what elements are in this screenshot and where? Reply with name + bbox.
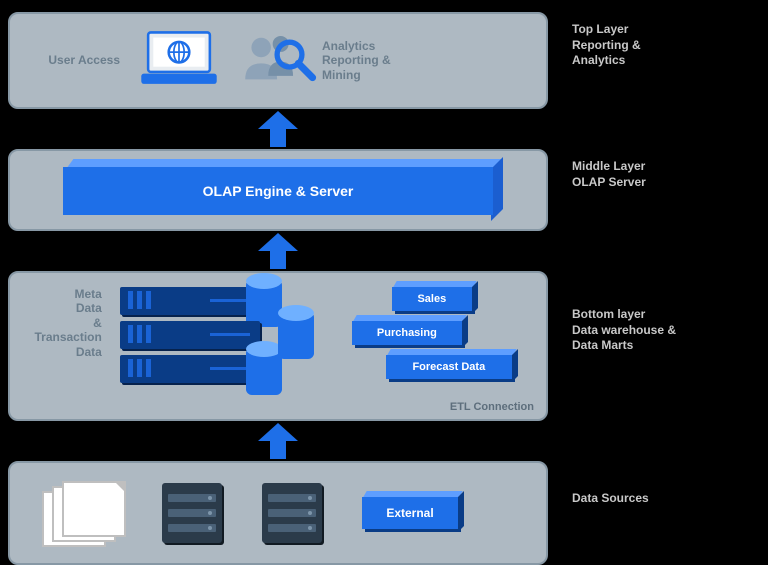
database-icon bbox=[278, 313, 314, 357]
olap-label: OLAP Engine & Server bbox=[63, 167, 493, 215]
arrow-top-icon bbox=[8, 109, 548, 149]
arrow-bot-icon bbox=[8, 421, 548, 461]
top-layer-panel: User Access bbox=[8, 12, 548, 109]
mart-sales: Sales bbox=[392, 287, 472, 311]
internal-server-icon bbox=[262, 483, 322, 543]
analytics-label-1: Analytics bbox=[322, 39, 402, 53]
documents-icon bbox=[42, 481, 122, 545]
data-sources-side-label: Data Sources bbox=[548, 461, 760, 565]
user-access-label: User Access bbox=[30, 53, 120, 67]
middle-layer-panel: OLAP Engine & Server bbox=[8, 149, 548, 231]
top-layer-side-label: Top Layer Reporting & Analytics bbox=[548, 12, 760, 109]
arrow-mid-icon bbox=[8, 231, 548, 271]
etl-connection-label: ETL Connection bbox=[450, 401, 534, 413]
bottom-layer-side-label: Bottom layer Data warehouse & Data Marts bbox=[548, 271, 760, 421]
data-sources-panel: External bbox=[8, 461, 548, 565]
data-marts-group: Sales Purchasing Forecast Data bbox=[332, 287, 526, 387]
bottom-layer-panel: Meta Data & Transaction Data Sales Purch… bbox=[8, 271, 548, 421]
warehouse-server-icon bbox=[120, 287, 260, 383]
external-source-block: External bbox=[362, 497, 458, 529]
middle-layer-side-label: Middle Layer OLAP Server bbox=[548, 149, 760, 231]
mart-purchasing: Purchasing bbox=[352, 321, 462, 345]
internal-server-icon bbox=[162, 483, 222, 543]
analytics-label-2: Reporting & bbox=[322, 53, 402, 67]
olap-server-block: OLAP Engine & Server bbox=[63, 167, 493, 215]
users-magnifier-icon bbox=[238, 28, 308, 93]
mart-forecast: Forecast Data bbox=[386, 355, 512, 379]
analytics-label-3: Mining bbox=[322, 68, 402, 82]
database-icon bbox=[246, 281, 282, 325]
database-icon bbox=[246, 349, 282, 393]
laptop-icon bbox=[134, 29, 224, 92]
